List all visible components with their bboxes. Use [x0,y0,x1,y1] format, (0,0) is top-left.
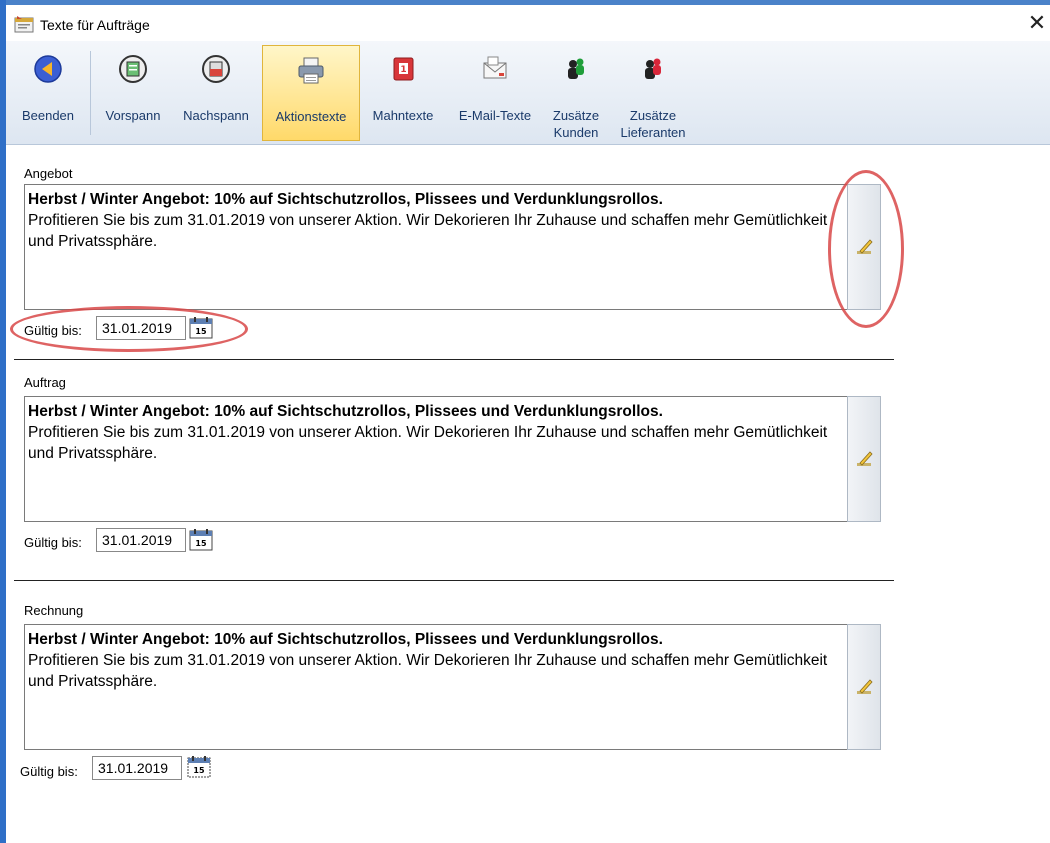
aktionstexte-label: Aktionstexte [275,109,347,124]
section-divider [14,580,894,581]
auftrag-headline: Herbst / Winter Angebot: 10% auf Sichtsc… [28,403,663,420]
zusaetze-kunden-line2: Kunden [553,125,599,140]
angebot-headline: Herbst / Winter Angebot: 10% auf Sichtsc… [28,191,663,208]
toolbar-separator [90,51,91,135]
toolbar: Beenden Vorspann Nachspann Aktionstexte … [6,41,1050,145]
auftrag-body-text: Profitieren Sie bis zum 31.01.2019 von u… [28,424,828,462]
people-green-icon [568,58,584,79]
angebot-edit-button[interactable] [847,184,881,310]
people-red-icon [645,58,661,79]
section-divider [14,359,894,360]
zusaetze-lieferanten-label: Zusätze Lieferanten [610,107,696,141]
rechnung-valid-label: Gültig bis: [20,764,78,779]
auftrag-section-label: Auftrag [24,375,66,390]
pencil-icon [857,679,873,694]
nachspann-label: Nachspann [183,108,249,123]
beenden-label: Beenden [21,108,75,123]
auftrag-text-area[interactable]: Herbst / Winter Angebot: 10% auf Sichtsc… [24,396,848,522]
angebot-text-area[interactable]: Herbst / Winter Angebot: 10% auf Sichtsc… [24,184,848,310]
rechnung-calendar-day: 15 [193,766,205,775]
zusaetze-kunden-button[interactable]: Zusätze Kunden [544,45,608,141]
angebot-calendar-day: 15 [195,327,207,336]
zusaetze-kunden-label: Zusätze Kunden [544,107,608,141]
arrow-left-circle-icon [34,55,62,83]
zusaetze-lieferanten-button[interactable]: Zusätze Lieferanten [610,45,696,141]
aktionstexte-button[interactable]: Aktionstexte [262,45,360,141]
vorspann-label: Vorspann [105,108,161,123]
envelope-icon [483,56,507,79]
auftrag-calendar-day: 15 [195,539,207,548]
document-red-icon [202,55,230,83]
rechnung-edit-button[interactable] [847,624,881,750]
rechnung-headline: Herbst / Winter Angebot: 10% auf Sichtsc… [28,631,663,648]
auftrag-valid-label: Gültig bis: [24,535,82,550]
angebot-body-text: Profitieren Sie bis zum 31.01.2019 von u… [28,212,828,250]
zusaetze-kunden-line1: Zusätze [552,108,600,123]
printer-icon [298,57,324,84]
pencil-icon [857,239,873,254]
pencil-icon [857,451,873,466]
rechnung-calendar-icon[interactable]: 15 [186,755,212,779]
angebot-date-field[interactable]: 31.01.2019 [96,316,186,340]
zusaetze-lieferanten-line1: Zusätze [629,108,677,123]
angebot-section-label: Angebot [24,166,73,181]
window-title: Texte für Aufträge [40,17,150,33]
beenden-button[interactable]: Beenden [8,45,88,141]
zusaetze-lieferanten-line2: Lieferanten [620,125,686,140]
mahntexte-label: Mahntexte [372,108,434,123]
rechnung-body-text: Profitieren Sie bis zum 31.01.2019 von u… [28,652,828,690]
auftrag-edit-button[interactable] [847,396,881,522]
nachspann-button[interactable]: Nachspann [172,45,260,141]
auftrag-calendar-icon[interactable]: 15 [188,528,214,552]
red-book-icon: 1 [393,57,414,81]
vorspann-button[interactable]: Vorspann [94,45,172,141]
app-window-icon [14,16,34,33]
email-texte-label: E-Mail-Texte [458,108,532,123]
auftrag-date-field[interactable]: 31.01.2019 [96,528,186,552]
rechnung-text-area[interactable]: Herbst / Winter Angebot: 10% auf Sichtsc… [24,624,848,750]
close-button[interactable]: ✕ [1024,11,1050,37]
rechnung-date-field[interactable]: 31.01.2019 [92,756,182,780]
email-texte-button[interactable]: E-Mail-Texte [446,45,544,141]
rechnung-section-label: Rechnung [24,603,84,618]
title-bar: Texte für Aufträge ✕ [6,5,1050,41]
mahntexte-button[interactable]: 1 Mahntexte [362,45,444,141]
document-green-icon [119,55,147,83]
angebot-calendar-icon[interactable]: 15 [188,316,214,340]
app-window: Texte für Aufträge ✕ Beenden Vorspann Na… [0,0,1050,843]
angebot-valid-label: Gültig bis: [24,323,82,338]
svg-text:1: 1 [400,65,406,75]
